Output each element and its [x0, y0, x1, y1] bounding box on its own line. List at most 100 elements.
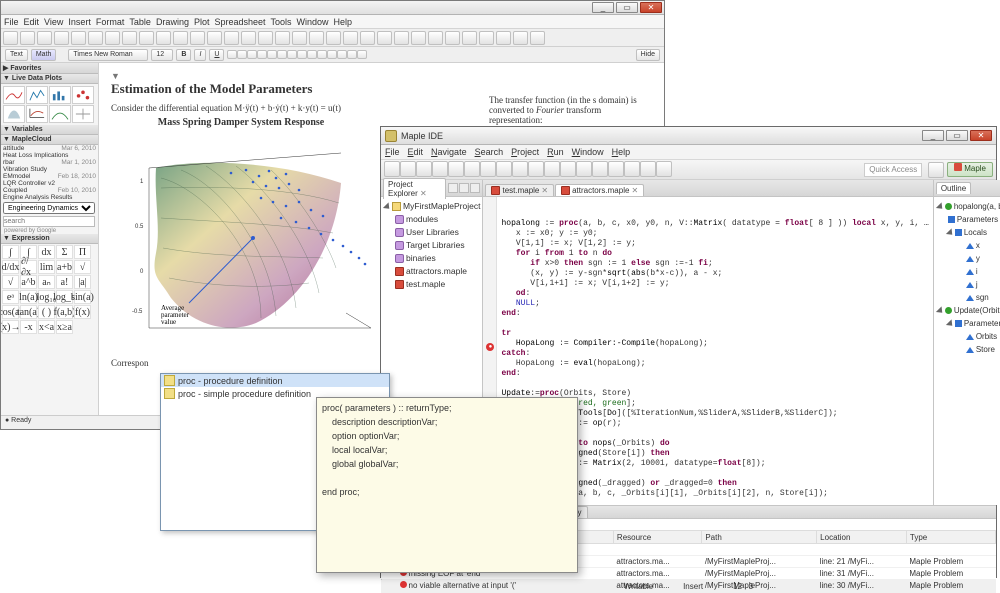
menu-insert[interactable]: Insert [68, 17, 91, 27]
tree-folder[interactable]: User Libraries [383, 226, 480, 239]
expression-button[interactable]: d/dx [2, 260, 19, 274]
variable-row[interactable]: EMmodelFeb 18, 2010 [1, 173, 98, 180]
toolbar-button[interactable] [530, 31, 545, 45]
live-plots-palette-header[interactable]: ▼ Live Data Plots [1, 74, 98, 84]
perspective-switcher-icon[interactable] [928, 162, 944, 178]
ide-toolbar-button[interactable] [592, 161, 608, 177]
plot-thumbnail-button[interactable] [26, 105, 48, 123]
toolbar-button[interactable] [343, 31, 358, 45]
format-button[interactable] [287, 50, 297, 59]
ide-toolbar-button[interactable] [400, 161, 416, 177]
minimize-button[interactable]: _ [592, 2, 614, 13]
outline-fn[interactable]: hopalong(a, b, c, x0, y0, n, V::Matrix(n… [936, 200, 1000, 213]
outline-locals[interactable]: Locals [936, 226, 1000, 239]
ide-toolbar-button[interactable] [512, 161, 528, 177]
outline-local[interactable]: x [936, 239, 1000, 252]
expression-button[interactable]: Π [74, 245, 91, 259]
format-button[interactable] [247, 50, 257, 59]
toolbar-button[interactable] [190, 31, 205, 45]
outline-tab[interactable]: Outline [936, 182, 971, 194]
expression-button[interactable]: sin(a) [74, 290, 91, 304]
toolbar-button[interactable] [326, 31, 341, 45]
menu-window[interactable]: Window [297, 17, 329, 27]
maplecloud-group-select[interactable]: Engineering Dynamics(30) [3, 202, 95, 214]
plot-thumbnail-button[interactable] [72, 105, 94, 123]
variable-row[interactable]: CoupledFeb 10, 2010 [1, 187, 98, 194]
format-button[interactable] [347, 50, 357, 59]
ide-menu-file[interactable]: File [385, 147, 400, 157]
expression-button[interactable]: ∫ [2, 245, 19, 259]
text-mode-button[interactable]: Text [5, 49, 28, 61]
ide-toolbar-button[interactable] [656, 161, 672, 177]
format-button[interactable] [317, 50, 327, 59]
view-menu-icon[interactable] [459, 183, 469, 193]
maple-perspective-button[interactable]: Maple [947, 162, 993, 177]
outline-params[interactable]: Parameters [936, 213, 1000, 226]
ide-toolbar-button[interactable] [624, 161, 640, 177]
ide-toolbar-button[interactable] [576, 161, 592, 177]
expression-button[interactable]: tan(a) [20, 305, 37, 319]
expression-button[interactable]: a^b [20, 275, 37, 289]
expand-icon[interactable] [946, 319, 955, 328]
expression-button[interactable]: aₙ [38, 275, 55, 289]
expression-button[interactable]: a! [56, 275, 73, 289]
variables-palette-header[interactable]: ▼ Variables [1, 125, 98, 135]
ide-toolbar-button[interactable] [544, 161, 560, 177]
expression-button[interactable]: √ [2, 275, 19, 289]
expression-button[interactable]: x<a [38, 320, 55, 334]
tree-file[interactable]: test.maple [383, 278, 480, 291]
toolbar-button[interactable] [224, 31, 239, 45]
view-minimize-icon[interactable] [470, 183, 480, 193]
ide-close-button[interactable]: ✕ [970, 130, 992, 141]
toolbar-button[interactable] [3, 31, 18, 45]
outline-params2[interactable]: Parameters [936, 317, 1000, 330]
ide-toolbar-button[interactable] [384, 161, 400, 177]
ide-toolbar-button[interactable] [640, 161, 656, 177]
menu-drawing[interactable]: Drawing [156, 17, 189, 27]
toolbar-button[interactable] [428, 31, 443, 45]
toolbar-button[interactable] [122, 31, 137, 45]
project-explorer-tab[interactable]: Project Explorer ✕ [383, 178, 446, 199]
plot-thumbnail-button[interactable] [3, 105, 25, 123]
toolbar-button[interactable] [37, 31, 52, 45]
tree-file[interactable]: attractors.maple [383, 265, 480, 278]
menu-help[interactable]: Help [334, 17, 353, 27]
expression-button[interactable]: f(x) [74, 305, 91, 319]
close-tab-icon[interactable]: ✕ [541, 186, 548, 195]
toolbar-button[interactable] [105, 31, 120, 45]
toolbar-button[interactable] [241, 31, 256, 45]
expand-icon[interactable] [936, 202, 945, 211]
outline-fn2[interactable]: Update(Orbits, Store) [936, 304, 1000, 317]
toolbar-button[interactable] [411, 31, 426, 45]
toolbar-button[interactable] [139, 31, 154, 45]
ide-toolbar-button[interactable] [464, 161, 480, 177]
variable-row[interactable]: rbarMar 1, 2010 [1, 159, 98, 166]
ide-toolbar-button[interactable] [416, 161, 432, 177]
bold-button[interactable]: B [176, 49, 191, 61]
expression-button[interactable]: x≥a [56, 320, 73, 334]
ide-minimize-button[interactable]: _ [922, 130, 944, 141]
maplecloud-search-input[interactable] [3, 216, 95, 227]
menu-plot[interactable]: Plot [194, 17, 210, 27]
ide-toolbar-button[interactable] [560, 161, 576, 177]
toolbar-button[interactable] [20, 31, 35, 45]
expression-button[interactable]: f(a,b) [56, 305, 73, 319]
outline-local[interactable]: i [936, 265, 1000, 278]
toolbar-button[interactable] [275, 31, 290, 45]
format-button[interactable] [297, 50, 307, 59]
expression-button[interactable]: eᵃ [2, 290, 19, 304]
plot-thumbnail-button[interactable] [26, 86, 48, 104]
expression-palette-header[interactable]: ▼ Expression [1, 234, 98, 244]
error-marker-icon[interactable]: ● [486, 343, 494, 351]
toolbar-button[interactable] [88, 31, 103, 45]
outline-param[interactable]: Orbits [936, 330, 1000, 343]
expression-button[interactable]: |a| [74, 275, 91, 289]
autocomplete-item[interactable]: proc - procedure definition [161, 374, 389, 387]
variable-row[interactable]: Vibration Study [1, 166, 98, 173]
problems-column-header[interactable]: Path [702, 531, 817, 544]
format-button[interactable] [357, 50, 367, 59]
close-button[interactable]: ✕ [640, 2, 662, 13]
plot-thumbnail-button[interactable] [3, 86, 25, 104]
outline-local[interactable]: y [936, 252, 1000, 265]
ide-menu-search[interactable]: Search [475, 147, 504, 157]
